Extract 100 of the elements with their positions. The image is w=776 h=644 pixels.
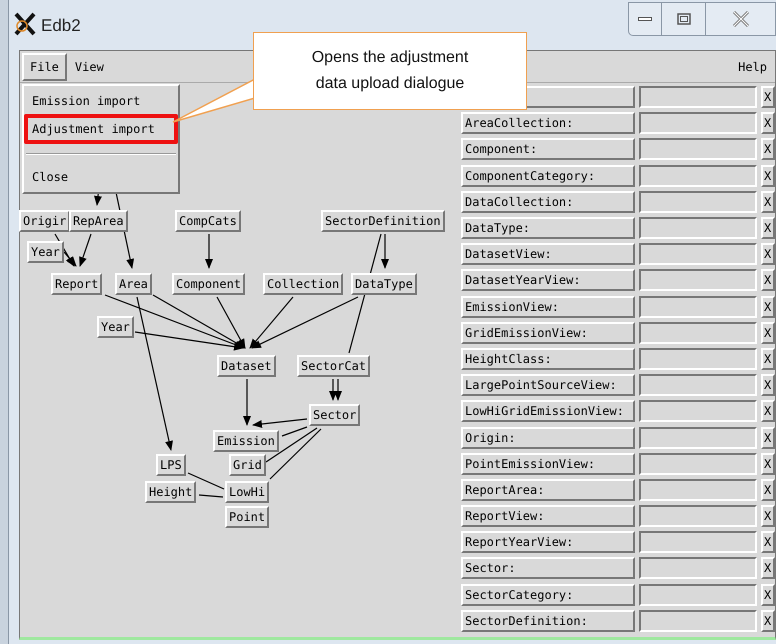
minimize-icon: [638, 17, 652, 21]
diagram-node[interactable]: CompCats: [175, 210, 241, 232]
connector-line: [198, 494, 224, 498]
diagram-node[interactable]: Emission: [213, 430, 279, 452]
field-label-button[interactable]: Origin:: [461, 426, 635, 449]
clear-button[interactable]: X: [761, 112, 775, 134]
field-label-button[interactable]: LowHiGridEmissionView:: [461, 400, 635, 422]
clear-button[interactable]: X: [761, 164, 775, 187]
diagram-node[interactable]: SectorDefinition: [321, 210, 445, 232]
diagram-node[interactable]: RepArea: [69, 210, 128, 232]
input-field[interactable]: [639, 322, 757, 344]
clear-button[interactable]: X: [761, 374, 775, 396]
close-button[interactable]: [706, 2, 776, 36]
field-label-button[interactable]: PointEmissionView:: [461, 452, 635, 475]
clear-button[interactable]: X: [761, 505, 775, 528]
input-field[interactable]: [639, 531, 757, 554]
input-field[interactable]: [639, 426, 757, 449]
clear-button[interactable]: X: [761, 243, 775, 266]
arrow: [79, 234, 92, 267]
maximize-icon: [676, 13, 690, 25]
input-field[interactable]: [639, 505, 757, 528]
field-label-button[interactable]: SectorCategory:: [461, 584, 635, 606]
field-label-button[interactable]: DatasetView:: [461, 243, 635, 266]
field-label-button[interactable]: ReportArea:: [461, 478, 635, 501]
input-field[interactable]: [639, 269, 757, 292]
input-field[interactable]: [639, 138, 757, 160]
input-field[interactable]: [639, 400, 757, 422]
diagram-node[interactable]: Area: [115, 273, 152, 295]
menu-option[interactable]: Emission import: [24, 88, 178, 114]
diagram-node[interactable]: Collection: [263, 273, 344, 295]
menu-item[interactable]: File: [22, 52, 67, 80]
field-label-button[interactable]: Component:: [461, 138, 635, 160]
diagram-node[interactable]: Dataset: [217, 355, 276, 377]
clear-button[interactable]: X: [761, 610, 775, 632]
diagram-node[interactable]: Grid: [229, 454, 266, 476]
diagram-node[interactable]: SectorCat: [297, 355, 370, 377]
input-field[interactable]: [639, 478, 757, 501]
clear-button[interactable]: X: [761, 557, 775, 580]
field-label-button[interactable]: AreaCollection:: [461, 112, 635, 134]
field-label-button[interactable]: GridEmissionView:: [461, 322, 635, 344]
diagram-node[interactable]: Year: [97, 316, 134, 338]
arrow: [381, 234, 389, 269]
diagram-node[interactable]: LowHi: [225, 481, 270, 503]
minimize-button[interactable]: [628, 2, 662, 36]
diagram-node[interactable]: Component: [172, 273, 246, 295]
field-label-button[interactable]: DataType:: [461, 217, 635, 240]
menu-option[interactable]: Adjustment import: [24, 114, 178, 144]
field-label-button[interactable]: ComponentCategory:: [461, 164, 635, 187]
clear-button[interactable]: X: [761, 296, 775, 318]
clear-button[interactable]: X: [761, 86, 775, 108]
input-field[interactable]: [639, 86, 757, 108]
input-field[interactable]: [639, 112, 757, 134]
diagram-node[interactable]: Origir: [19, 210, 70, 232]
input-field[interactable]: [639, 452, 757, 475]
app-icon: [13, 12, 37, 36]
diagram-node[interactable]: DataType: [351, 273, 417, 295]
diagram-node[interactable]: LPS: [156, 454, 186, 476]
field-label-button[interactable]: LargePointSourceView:: [461, 374, 635, 396]
input-field[interactable]: [639, 348, 757, 370]
input-field[interactable]: [639, 217, 757, 240]
clear-button[interactable]: X: [761, 426, 775, 449]
input-field[interactable]: [639, 584, 757, 606]
diagram-node[interactable]: Report: [51, 273, 102, 295]
arrow: [205, 234, 213, 269]
diagram-node[interactable]: Point: [225, 506, 270, 528]
close-icon: [732, 11, 750, 27]
clear-button[interactable]: X: [761, 138, 775, 160]
window-title: Edb2: [41, 15, 81, 37]
menu-option[interactable]: Close: [24, 164, 178, 190]
field-label-button[interactable]: ReportView:: [461, 505, 635, 528]
maximize-button[interactable]: [662, 2, 706, 36]
clear-button[interactable]: X: [761, 584, 775, 606]
diagram-node[interactable]: Height: [145, 481, 196, 503]
field-label-button[interactable]: ReportYearView:: [461, 531, 635, 554]
field-label-button[interactable]: DataCollection:: [461, 190, 635, 213]
clear-button[interactable]: X: [761, 478, 775, 501]
clear-button[interactable]: X: [761, 269, 775, 292]
field-label-button[interactable]: HeightClass:: [461, 348, 635, 370]
clear-button[interactable]: X: [761, 190, 775, 213]
input-field[interactable]: [639, 557, 757, 580]
diagram-node[interactable]: Sector: [309, 404, 360, 426]
field-label-button[interactable]: Sector:: [461, 557, 635, 580]
clear-button[interactable]: X: [761, 400, 775, 422]
clear-button[interactable]: X: [761, 348, 775, 370]
field-label-button[interactable]: DatasetYearView:: [461, 269, 635, 292]
input-field[interactable]: [639, 243, 757, 266]
input-field[interactable]: [639, 190, 757, 213]
input-field[interactable]: [639, 296, 757, 318]
field-label-button[interactable]: SectorDefinition:: [461, 610, 635, 632]
input-field[interactable]: [639, 374, 757, 396]
menu-item[interactable]: View: [66, 52, 112, 80]
diagram-node[interactable]: Year: [27, 241, 64, 263]
help-menu[interactable]: Help: [736, 52, 769, 80]
field-label-button[interactable]: EmissionView:: [461, 296, 635, 318]
clear-button[interactable]: X: [761, 322, 775, 344]
clear-button[interactable]: X: [761, 217, 775, 240]
clear-button[interactable]: X: [761, 531, 775, 554]
input-field[interactable]: [639, 610, 757, 632]
input-field[interactable]: [639, 164, 757, 187]
clear-button[interactable]: X: [761, 452, 775, 475]
